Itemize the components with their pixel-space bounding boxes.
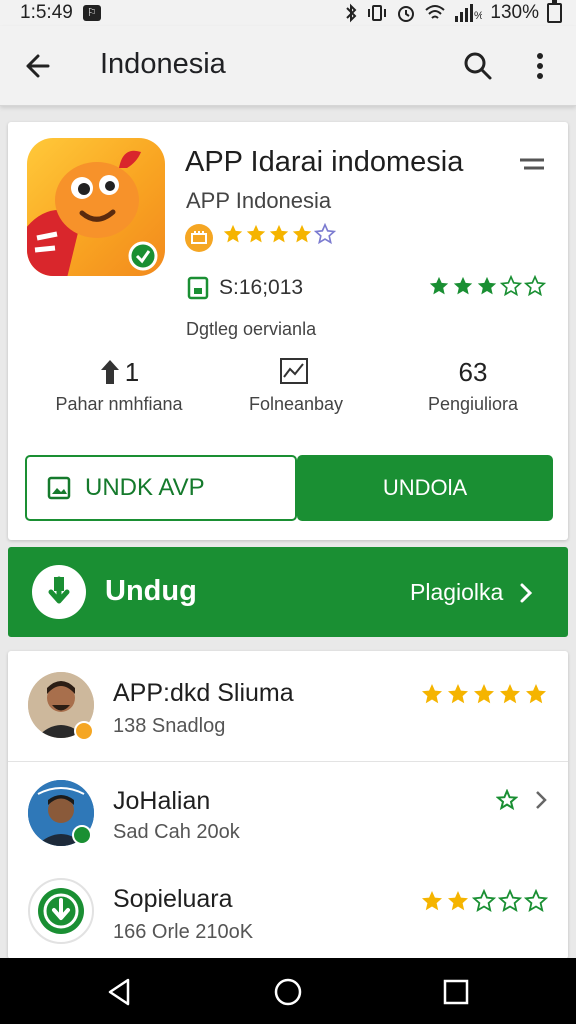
list-item-subtitle: 166 Orle 210oK: [113, 921, 254, 943]
app-meta-text: S:16;013: [219, 276, 304, 299]
search-icon[interactable]: [458, 46, 498, 86]
star-empty-icon: [524, 275, 546, 297]
clock: 1:5:49: [20, 2, 73, 23]
list-item-title: JoHalian: [113, 787, 211, 815]
list-item-subtitle: 138 Snadlog: [113, 715, 226, 737]
secondary-install-label: UNDK AVP: [85, 474, 205, 501]
list-item[interactable]: Sopieluara 166 Orle 210oK: [8, 865, 568, 973]
stat-downloads: 1 Pahar nmhfiana: [26, 356, 212, 415]
stat-downloads-label: Pahar nmhfiana: [55, 394, 183, 414]
list-item-title: Sopieluara: [113, 885, 233, 913]
back-triangle-icon[interactable]: [104, 976, 136, 1008]
stat-users-label: Pengiuliora: [427, 394, 519, 414]
stat-chart-label: Folneanbay: [248, 394, 344, 414]
secondary-install-button[interactable]: UNDK AVP: [25, 455, 297, 521]
menu-lines-icon[interactable]: [518, 154, 546, 174]
developer-name[interactable]: APP Indonesia: [186, 188, 331, 214]
star-filled-icon: [477, 276, 497, 295]
badge-star-icon: [496, 789, 518, 811]
recents-square-icon[interactable]: [440, 976, 472, 1008]
star-empty-icon: [524, 889, 548, 913]
list-item[interactable]: APP:dkd Sliuma 138 Snadlog: [8, 651, 568, 759]
chevron-right-icon: [520, 583, 533, 602]
list-item-title: APP:dkd Sliuma: [113, 679, 294, 707]
vibrate-icon: [368, 5, 387, 21]
star-filled-icon: [223, 224, 243, 243]
app-category: Dgtleg oervianla: [186, 319, 317, 339]
app-details-card: APP Idarai indomesia APP Indonesia S:16;…: [8, 122, 568, 540]
primary-install-label: UNDOlA: [382, 475, 468, 500]
more-vert-icon[interactable]: [524, 46, 556, 86]
developer-badge-icon: [185, 224, 213, 252]
alarm-icon: [398, 6, 415, 22]
star-filled-icon: [422, 891, 442, 911]
download-banner-link-label: Plagiolka: [410, 579, 504, 605]
mascot-icon: [27, 150, 158, 276]
related-list-card: APP:dkd Sliuma 138 Snadlog JoHalian Sad …: [8, 651, 568, 959]
star-filled-icon: [422, 684, 442, 704]
svg-text:%: %: [474, 10, 482, 22]
app-bar: Indonesia: [0, 26, 576, 106]
bluetooth-icon: [346, 3, 357, 23]
upload-person-icon: [100, 360, 119, 384]
battery-icon: [547, 0, 562, 23]
star-filled-icon: [448, 684, 468, 704]
list-item-rating: [420, 889, 548, 913]
rating-stars: [222, 223, 336, 245]
wifi-icon: [425, 5, 446, 19]
chevron-right-icon[interactable]: [534, 789, 548, 811]
signal-icon: %: [455, 4, 482, 22]
star-filled-icon: [292, 224, 312, 243]
star-filled-icon: [429, 276, 449, 295]
list-item[interactable]: JoHalian Sad Cah 20ok: [8, 763, 568, 871]
battery-percent: 130%: [490, 2, 539, 23]
home-circle-icon[interactable]: [272, 976, 304, 1008]
list-item-rating: [420, 682, 548, 706]
star-filled-icon: [474, 684, 494, 704]
app-logo[interactable]: [27, 138, 165, 276]
star-empty-icon: [314, 223, 336, 245]
star-empty-icon: [472, 889, 496, 913]
stat-downloads-value: 1: [124, 356, 140, 387]
star-filled-icon: [453, 276, 473, 295]
star-filled-icon: [246, 224, 266, 243]
system-nav-bar: [0, 958, 576, 1024]
download-banner[interactable]: Undug Plagiolka: [8, 547, 568, 637]
divider: [8, 761, 568, 762]
meta-rating-stars: [428, 275, 546, 297]
chart-icon: [280, 358, 308, 384]
image-icon: [47, 476, 71, 500]
star-filled-icon: [500, 684, 520, 704]
list-item-subtitle: Sad Cah 20ok: [113, 821, 240, 843]
download-banner-title: Undug: [105, 575, 197, 607]
stat-users-value: 63: [458, 356, 488, 387]
star-empty-icon: [498, 889, 522, 913]
app-meta-row: S:16;013: [187, 276, 303, 300]
star-filled-icon: [269, 224, 289, 243]
avatar-badge-icon: [72, 825, 92, 845]
avatar: [28, 878, 94, 944]
download-icon: [32, 565, 86, 619]
star-empty-icon: [500, 275, 522, 297]
notification-icon: ⚐: [82, 5, 101, 21]
star-filled-icon: [526, 684, 546, 704]
stat-users: 63 Pengiuliora: [380, 356, 566, 415]
status-bar: 1:5:49 ⚐ % 130%: [0, 0, 576, 26]
back-arrow-icon[interactable]: [20, 48, 60, 84]
install-size-icon: [187, 276, 209, 300]
list-item-actions: [496, 789, 548, 811]
app-title: APP Idarai indomesia: [185, 146, 464, 178]
avatar-badge-icon: [74, 721, 94, 741]
download-banner-link[interactable]: Plagiolka: [410, 579, 533, 606]
page-title: Indonesia: [100, 48, 226, 80]
star-filled-icon: [448, 891, 468, 911]
stat-chart: Folneanbay: [203, 356, 389, 415]
primary-install-button[interactable]: UNDOlA: [297, 455, 553, 521]
